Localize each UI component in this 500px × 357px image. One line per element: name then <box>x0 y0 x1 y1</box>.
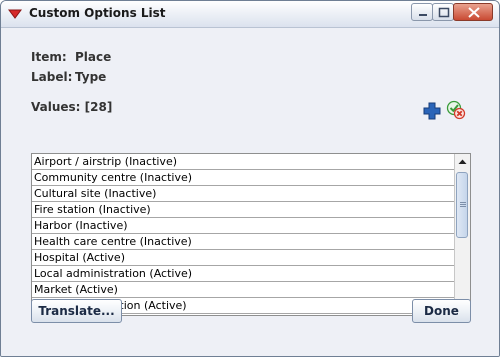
list-item[interactable]: Airport / airstrip (Inactive) <box>32 154 456 170</box>
red-down-arrow-icon[interactable] <box>8 7 22 21</box>
custom-options-window: Custom Options List Item: Place Label: T… <box>0 0 500 357</box>
list-item[interactable]: Market (Active) <box>32 282 456 298</box>
minimize-button[interactable] <box>411 3 433 21</box>
label-value: Type <box>75 70 107 84</box>
maximize-button[interactable] <box>432 3 454 21</box>
title-bar[interactable]: Custom Options List <box>1 1 499 28</box>
values-list[interactable]: Airport / airstrip (Inactive) Community c… <box>31 153 471 316</box>
minimize-icon <box>419 14 427 16</box>
values-list-rows: Airport / airstrip (Inactive) Community c… <box>32 154 456 315</box>
list-item[interactable]: Cultural site (Inactive) <box>32 186 456 202</box>
scroll-up-icon[interactable] <box>455 155 470 169</box>
item-label: Item: <box>31 50 67 64</box>
list-item[interactable]: Local administration (Active) <box>32 266 456 282</box>
list-item[interactable]: Fire station (Inactive) <box>32 202 456 218</box>
list-scrollbar[interactable] <box>454 154 470 315</box>
label-label: Label: <box>31 70 73 84</box>
list-item[interactable]: Community centre (Inactive) <box>32 170 456 186</box>
values-heading: Values: [28] <box>31 100 113 114</box>
close-icon <box>468 7 480 18</box>
done-button[interactable]: Done <box>412 299 471 323</box>
dialog-content: Item: Place Label: Type Values: [28] Air… <box>1 28 499 356</box>
add-value-icon[interactable] <box>422 101 442 121</box>
maximize-icon <box>438 7 450 18</box>
scroll-thumb[interactable] <box>456 172 468 238</box>
list-item[interactable]: Hospital (Active) <box>32 250 456 266</box>
list-item[interactable]: Health care centre (Inactive) <box>32 234 456 250</box>
toggle-status-icon[interactable] <box>446 100 466 120</box>
item-value: Place <box>75 50 112 64</box>
window-title: Custom Options List <box>29 6 166 20</box>
translate-button[interactable]: Translate... <box>31 299 122 323</box>
list-item[interactable]: Harbor (Inactive) <box>32 218 456 234</box>
close-button[interactable] <box>453 3 493 21</box>
